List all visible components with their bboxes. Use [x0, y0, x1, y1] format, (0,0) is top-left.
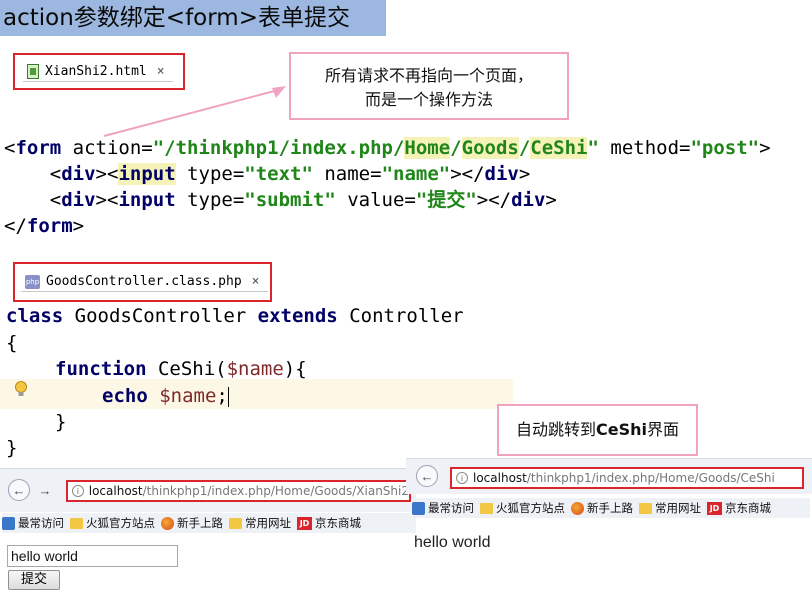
code-line-class: class GoodsController extends Controller	[6, 305, 464, 327]
bookmark-getting-started[interactable]: 新手上路	[571, 500, 633, 516]
tab-filename: XianShi2.html	[45, 63, 147, 79]
file-tab-goodscontroller: php GoodsController.class.php ×	[13, 262, 272, 302]
left-bookmarks-bar: 最常访问 火狐官方站点 新手上路 常用网址 JD 京东商城	[2, 513, 416, 533]
address-bar[interactable]: i localhost/thinkphp1/index.php/Home/Goo…	[450, 467, 804, 489]
tab-filename: GoodsController.class.php	[46, 274, 242, 289]
page-title: action参数绑定<form>表单提交	[0, 0, 386, 36]
bookmark-most-visited[interactable]: 最常访问	[412, 500, 474, 516]
bookmark-most-visited[interactable]: 最常访问	[2, 515, 64, 531]
page-output-text: hello world	[414, 534, 491, 551]
bookmark-icon	[2, 516, 15, 530]
code-line-function: function CeShi($name){	[55, 358, 307, 380]
code-line-submit-input: <div><input type="submit" value="提交"></d…	[49, 189, 557, 211]
left-browser-navbar: ← → i localhost/thinkphp1/index.php/Home…	[0, 468, 416, 512]
editor-tab[interactable]: XianShi2.html ×	[23, 62, 173, 82]
callout-request-note: 所有请求不再指向一个页面， 而是一个操作方法	[289, 52, 569, 120]
bookmark-firefox-official[interactable]: 火狐官方站点	[480, 500, 565, 516]
forward-button[interactable]: →	[34, 479, 56, 501]
code-line-form-open: <form action="/thinkphp1/index.php/Home/…	[4, 137, 771, 159]
callout-suffix: 界面	[647, 420, 680, 439]
callout-line-1: 所有请求不再指向一个页面，	[324, 66, 533, 85]
bookmark-common-sites[interactable]: 常用网址	[229, 515, 291, 531]
close-icon[interactable]: ×	[157, 64, 165, 79]
folder-icon	[639, 502, 652, 514]
address-bar[interactable]: i localhost/thinkphp1/index.php/Home/Goo…	[66, 480, 411, 502]
back-button[interactable]: ←	[416, 465, 438, 487]
right-bookmarks-bar: 最常访问 火狐官方站点 新手上路 常用网址 JD 京东商城	[412, 498, 810, 518]
code-line-text-input: <div><input type="text" name="name"></di…	[49, 163, 531, 185]
firefox-icon	[161, 516, 174, 530]
firefox-icon	[571, 501, 584, 515]
code-line-form-close: </form>	[4, 215, 85, 237]
code-line-brace-close: }	[6, 437, 18, 459]
close-icon[interactable]: ×	[252, 274, 260, 289]
bookmark-jd[interactable]: JD 京东商城	[297, 515, 361, 531]
callout-arrow	[103, 86, 286, 137]
bookmark-jd[interactable]: JD 京东商城	[707, 500, 771, 516]
code-line-inner-close: }	[55, 411, 67, 433]
bookmark-icon	[412, 501, 425, 515]
php-code-block: class GoodsController extends Controller…	[0, 300, 520, 466]
back-button[interactable]: ←	[8, 479, 30, 501]
bookmark-common-sites[interactable]: 常用网址	[639, 500, 701, 516]
folder-icon	[229, 517, 242, 529]
editor-tab[interactable]: php GoodsController.class.php ×	[21, 272, 268, 292]
folder-icon	[480, 502, 493, 514]
html-code-block: <form action="/thinkphp1/index.php/Home/…	[0, 134, 812, 244]
jd-icon: JD	[297, 516, 312, 530]
html-file-icon	[27, 63, 39, 79]
php-file-icon: php	[25, 274, 40, 289]
callout-redirect-note: 自动跳转到CeShi界面	[497, 404, 698, 456]
callout-prefix: 自动跳转到	[515, 420, 596, 439]
text-cursor	[227, 386, 229, 407]
bookmark-firefox-official[interactable]: 火狐官方站点	[70, 515, 155, 531]
name-input[interactable]: hello world	[7, 545, 178, 567]
submit-button[interactable]: 提交	[8, 570, 60, 590]
code-line-echo: echo $name;	[102, 385, 229, 407]
callout-line-2: 而是一个操作方法	[364, 90, 493, 109]
info-icon[interactable]: i	[72, 485, 84, 497]
code-line-brace-open: {	[6, 332, 18, 354]
jd-icon: JD	[707, 501, 722, 515]
bookmark-getting-started[interactable]: 新手上路	[161, 515, 223, 531]
right-browser-navbar: ← i localhost/thinkphp1/index.php/Home/G…	[406, 458, 812, 494]
callout-bold: CeShi	[596, 420, 647, 439]
folder-icon	[70, 517, 83, 529]
info-icon[interactable]: i	[456, 472, 468, 484]
